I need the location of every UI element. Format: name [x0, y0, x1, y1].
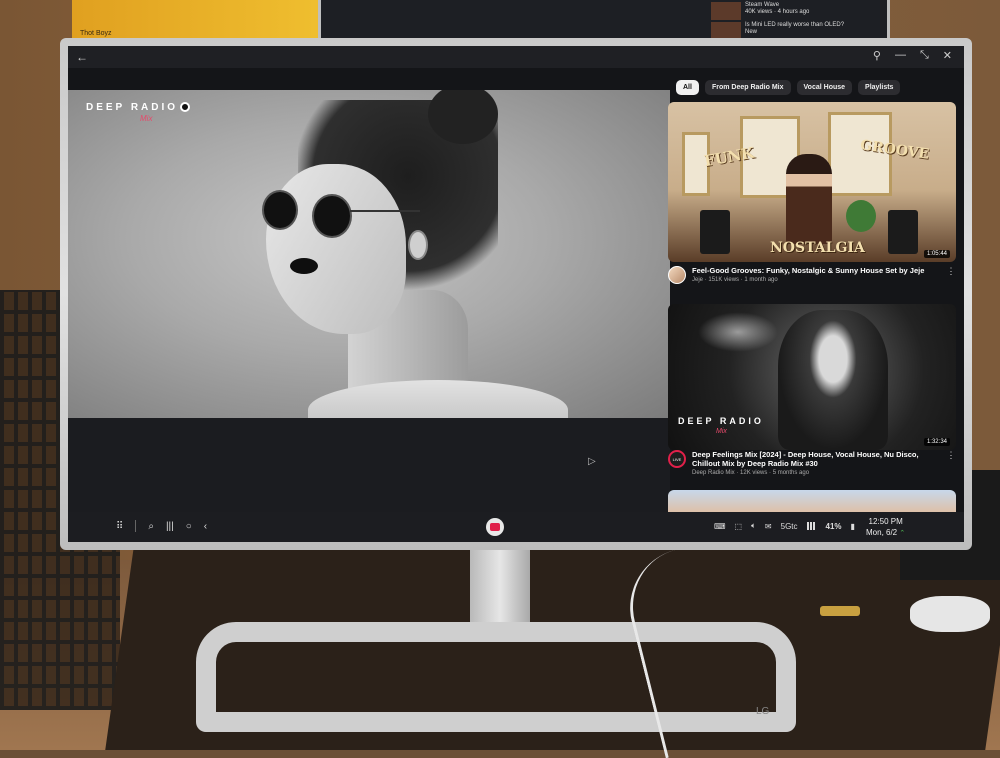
portrait-shoulder: [308, 380, 568, 418]
youtube-app-icon[interactable]: [486, 518, 504, 536]
duration-badge: 1:32:34: [923, 438, 950, 446]
channel-avatar[interactable]: [668, 266, 686, 284]
volume-icon[interactable]: 🔈︎: [751, 521, 756, 531]
monitor-stand-neck: [470, 548, 530, 628]
thumbnail-text-nostalgia: NOSTALGIA: [770, 240, 865, 256]
signal-icon: [806, 522, 817, 530]
mouse: [910, 596, 990, 632]
filter-chips: All From Deep Radio Mix Vocal House Play…: [676, 80, 901, 95]
vinyl-icon: [180, 102, 191, 113]
chip-playlists[interactable]: Playlists: [858, 80, 901, 95]
lighter: [820, 606, 860, 616]
video-title[interactable]: Deep Feelings Mix [2024] - Deep House, V…: [692, 450, 940, 468]
channel-avatar[interactable]: LIVE: [668, 450, 686, 468]
taskbar: ⠿ ⌕ ||| ○ ‹ ⌨ ⬚ 🔈︎ ✉ 5Gtc 41% ▮ 12:50 PM…: [68, 512, 964, 542]
sunglasses-left-lens: [262, 190, 298, 230]
taskbar-nav: ⠿ ⌕ ||| ○ ‹: [116, 520, 207, 532]
avatar-live-label: LIVE: [672, 457, 682, 462]
portrait-woman: [778, 310, 888, 450]
background-video-list: Steam Wave 40K views · 4 hours ago Is Mi…: [711, 2, 881, 42]
notification-icon[interactable]: ✉: [765, 522, 772, 531]
background-video-item: Steam Wave 40K views · 4 hours ago: [711, 2, 881, 20]
recommendation-thumbnail[interactable]: FUNK GROOVE NOSTALGIA 1:05:44: [668, 102, 956, 262]
clock[interactable]: 12:50 PM Mon, 6/2 ⌃: [866, 516, 905, 539]
recommendation-meta: LIVE Deep Feelings Mix [2024] - Deep Hou…: [668, 450, 956, 476]
screenshot-icon[interactable]: ⬚: [735, 522, 743, 531]
portrait-ear: [408, 230, 428, 260]
background-video-sub: 40K views · 4 hours ago: [745, 9, 810, 15]
network-label: 5Gtc: [780, 521, 798, 531]
duration-badge: 1:05:44: [923, 250, 950, 258]
chip-from-deep-radio-mix[interactable]: From Deep Radio Mix: [704, 80, 791, 95]
video-stats: 12K views · 5 months ago: [740, 470, 810, 476]
restore-icon[interactable]: ⤡: [920, 49, 929, 62]
speaker: [888, 210, 918, 254]
background-tag: Thot Boyz: [80, 30, 112, 37]
mouse-cursor-icon: ▷: [588, 456, 596, 467]
smoke-illustration: [698, 312, 778, 352]
recommendation-thumbnail[interactable]: DEEP RADIO Mix 1:32:34: [668, 304, 956, 450]
more-options-icon[interactable]: ⋮: [946, 266, 956, 284]
recommendation-meta: Feel-Good Grooves: Funky, Nostalgic & Su…: [668, 266, 956, 284]
background-video-sub: New: [745, 29, 758, 35]
system-tray: ⌨ ⬚ 🔈︎ ✉ 5Gtc 41% ▮: [714, 521, 855, 531]
background-video-title: Steam Wave: [745, 2, 780, 8]
more-options-icon[interactable]: ⋮: [946, 450, 956, 476]
clock-date: Mon, 6/2: [866, 528, 898, 537]
video-title[interactable]: Feel-Good Grooves: Funky, Nostalgic & Su…: [692, 266, 940, 275]
search-icon[interactable]: ⌕: [148, 521, 154, 532]
background-video-thumb: [711, 2, 741, 20]
dj-person: [786, 154, 832, 244]
sunglasses-right-lens: [312, 194, 352, 238]
portrait-face: [266, 164, 406, 334]
video-player[interactable]: DEEP RADIO Mix: [68, 90, 670, 418]
youtube-logo-icon: [490, 523, 500, 531]
minimize-icon[interactable]: —: [895, 49, 906, 62]
speaker: [700, 210, 730, 254]
apps-grid-icon[interactable]: ⠿: [116, 521, 123, 532]
video-brand-script: Mix: [140, 114, 153, 123]
pin-icon[interactable]: ⚲: [873, 49, 881, 62]
background-video-title: Is Mini LED really worse than OLED?: [745, 22, 845, 28]
home-icon[interactable]: ○: [186, 521, 192, 532]
close-icon[interactable]: ✕: [943, 49, 952, 62]
sunglasses-arm: [350, 210, 420, 212]
channel-name[interactable]: Deep Radio Mix: [692, 470, 735, 476]
battery-percent: 41%: [825, 521, 842, 531]
window-titlebar: ← ⚲ — ⤡ ✕: [68, 46, 964, 68]
video-brand-logo: DEEP RADIO: [86, 102, 191, 113]
plant: [846, 200, 876, 232]
expand-arrow-icon: ⌃: [899, 530, 906, 537]
video-stats: 151K views · 1 month ago: [708, 277, 778, 283]
window-controls: ⚲ — ⤡ ✕: [873, 49, 952, 62]
thumbnail-brand-script: Mix: [716, 428, 727, 435]
keyboard-icon[interactable]: ⌨: [714, 522, 726, 531]
taskbar-separator: [135, 520, 137, 532]
screen: ← ⚲ — ⤡ ✕ DEEP RADIO Mix ▷ All From Deep…: [68, 46, 964, 542]
channel-name[interactable]: Jeje: [692, 277, 703, 283]
recents-icon[interactable]: |||: [166, 521, 174, 532]
back-arrow-icon[interactable]: ←: [76, 50, 88, 64]
portrait-lips: [290, 258, 318, 274]
clock-time: 12:50 PM: [868, 517, 903, 526]
thumbnail-brand: DEEP RADIO: [678, 416, 764, 426]
chip-all[interactable]: All: [676, 80, 699, 95]
battery-icon: ▮: [850, 521, 855, 531]
chip-vocal-house[interactable]: Vocal House: [796, 80, 853, 95]
player-bottom-area: [68, 418, 670, 512]
back-icon[interactable]: ‹: [204, 521, 207, 532]
